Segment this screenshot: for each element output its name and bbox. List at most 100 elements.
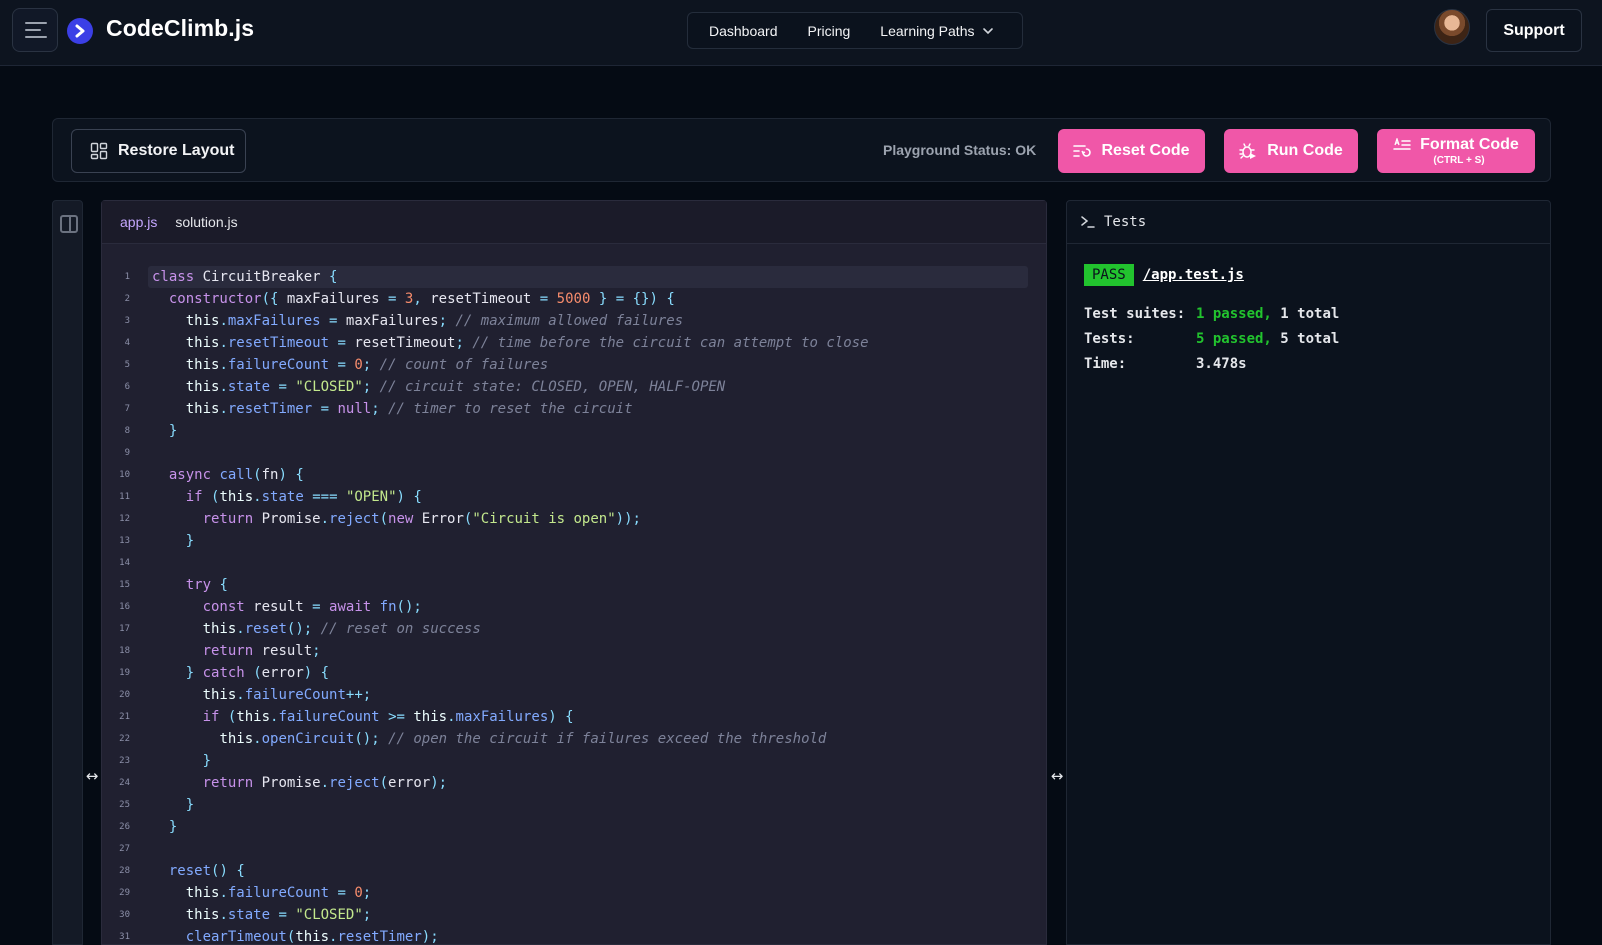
code-line[interactable]: 7 this.resetTimer = null; // timer to re… [102, 398, 1046, 420]
code-text[interactable]: this.resetTimer = null; // timer to rese… [148, 398, 1028, 420]
resize-handle-icon[interactable]: ↔ [83, 767, 101, 785]
code-text[interactable]: reset() { [148, 860, 1028, 882]
code-text[interactable]: return result; [148, 640, 1028, 662]
suites-passed: 1 passed, [1196, 305, 1272, 322]
code-text[interactable]: return Promise.reject(new Error("Circuit… [148, 508, 1028, 530]
code-line[interactable]: 20 this.failureCount++; [102, 684, 1046, 706]
line-number: 19 [119, 668, 130, 678]
playground-status: Playground Status: OK [883, 142, 1037, 158]
code-text[interactable]: } [148, 816, 1028, 838]
code-line[interactable]: 1 class CircuitBreaker { [102, 266, 1046, 288]
code-line[interactable]: 18 return result; [102, 640, 1046, 662]
code-line[interactable]: 16 const result = await fn(); [102, 596, 1046, 618]
tests-header: Tests [1067, 201, 1550, 244]
restore-layout-button[interactable]: Restore Layout [71, 129, 246, 173]
side-panel-collapsed [52, 200, 83, 945]
code-text[interactable]: this.maxFailures = maxFailures; // maxim… [148, 310, 1028, 332]
code-line[interactable]: 22 this.openCircuit(); // open the circu… [102, 728, 1046, 750]
resize-handle-icon[interactable]: ↔ [1048, 767, 1066, 785]
code-line[interactable]: 19 } catch (error) { [102, 662, 1046, 684]
code-line[interactable]: 15 try { [102, 574, 1046, 596]
playground-toolbar: Restore Layout Playground Status: OK Res… [52, 118, 1551, 182]
support-button[interactable]: Support [1486, 9, 1582, 52]
brand-logo-icon[interactable] [67, 18, 93, 44]
menu-button[interactable] [12, 8, 58, 52]
code-text[interactable] [148, 838, 1028, 860]
code-line[interactable]: 23 } [102, 750, 1046, 772]
user-avatar[interactable] [1434, 9, 1470, 45]
line-number: 25 [119, 800, 130, 810]
format-code-button[interactable]: Format Code (CTRL + S) [1377, 129, 1535, 173]
code-line[interactable]: 10 async call(fn) { [102, 464, 1046, 486]
code-text[interactable]: const result = await fn(); [148, 596, 1028, 618]
code-text[interactable]: class CircuitBreaker { [148, 266, 1028, 288]
code-line[interactable]: 30 this.state = "CLOSED"; [102, 904, 1046, 926]
layout-grid-icon [90, 142, 108, 160]
code-line[interactable]: 5 this.failureCount = 0; // count of fai… [102, 354, 1046, 376]
brand-name[interactable]: CodeClimb.js [106, 15, 254, 42]
code-text[interactable]: return Promise.reject(error); [148, 772, 1028, 794]
code-line[interactable]: 4 this.resetTimeout = resetTimeout; // t… [102, 332, 1046, 354]
line-number: 11 [119, 492, 130, 502]
code-line[interactable]: 17 this.reset(); // reset on success [102, 618, 1046, 640]
run-code-button[interactable]: Run Code [1224, 129, 1358, 173]
tab-app-js[interactable]: app.js [120, 214, 157, 230]
code-line[interactable]: 2 constructor({ maxFailures = 3, resetTi… [102, 288, 1046, 310]
code-text[interactable]: this.failureCount = 0; [148, 882, 1028, 904]
time-value: 3.478s [1196, 355, 1247, 372]
code-line[interactable]: 25 } [102, 794, 1046, 816]
code-text[interactable]: try { [148, 574, 1028, 596]
code-line[interactable]: 12 return Promise.reject(new Error("Circ… [102, 508, 1046, 530]
code-text[interactable]: } catch (error) { [148, 662, 1028, 684]
code-text[interactable]: this.failureCount = 0; // count of failu… [148, 354, 1028, 376]
code-line[interactable]: 8 } [102, 420, 1046, 442]
code-line[interactable]: 29 this.failureCount = 0; [102, 882, 1046, 904]
code-text[interactable]: this.openCircuit(); // open the circuit … [148, 728, 1028, 750]
code-text[interactable]: } [148, 750, 1028, 772]
code-line[interactable]: 24 return Promise.reject(error); [102, 772, 1046, 794]
code-text[interactable]: this.state = "CLOSED"; [148, 904, 1028, 926]
nav-learning-paths[interactable]: Learning Paths [880, 23, 994, 39]
code-text[interactable]: } [148, 530, 1028, 552]
bug-play-icon [1239, 143, 1257, 159]
code-text[interactable]: } [148, 420, 1028, 442]
code-text[interactable]: async call(fn) { [148, 464, 1028, 486]
line-number: 8 [124, 426, 130, 436]
code-line[interactable]: 11 if (this.state === "OPEN") { [102, 486, 1046, 508]
tests-label: Tests: [1084, 330, 1135, 347]
code-text[interactable]: if (this.state === "OPEN") { [148, 486, 1028, 508]
code-line[interactable]: 6 this.state = "CLOSED"; // circuit stat… [102, 376, 1046, 398]
tab-solution-js[interactable]: solution.js [175, 214, 237, 230]
line-number: 14 [119, 558, 130, 568]
nav-pricing[interactable]: Pricing [808, 23, 851, 39]
code-line[interactable]: 14 [102, 552, 1046, 574]
code-text[interactable]: this.resetTimeout = resetTimeout; // tim… [148, 332, 1028, 354]
nav-dashboard[interactable]: Dashboard [709, 23, 778, 39]
code-line[interactable]: 27 [102, 838, 1046, 860]
code-text[interactable]: constructor({ maxFailures = 3, resetTime… [148, 288, 1028, 310]
code-text[interactable] [148, 552, 1028, 574]
sidebar-toggle-icon[interactable] [60, 215, 78, 233]
tests-title: Tests [1104, 214, 1147, 230]
code-text[interactable]: this.failureCount++; [148, 684, 1028, 706]
code-line[interactable]: 21 if (this.failureCount >= this.maxFail… [102, 706, 1046, 728]
code-text[interactable]: this.reset(); // reset on success [148, 618, 1028, 640]
code-line[interactable]: 31 clearTimeout(this.resetTimer); [102, 926, 1046, 945]
reset-code-button[interactable]: Reset Code [1058, 129, 1205, 173]
code-line[interactable]: 28 reset() { [102, 860, 1046, 882]
code-line[interactable]: 26 } [102, 816, 1046, 838]
code-text[interactable]: clearTimeout(this.resetTimer); [148, 926, 1028, 945]
code-editor[interactable]: app.js solution.js 1 class CircuitBreaker… [101, 200, 1047, 945]
test-file-link[interactable]: /app.test.js [1143, 267, 1244, 283]
code-line[interactable]: 3 this.maxFailures = maxFailures; // max… [102, 310, 1046, 332]
code-text[interactable]: if (this.failureCount >= this.maxFailure… [148, 706, 1028, 728]
code-text[interactable] [148, 442, 1028, 464]
test-file-result: PASS /app.test.js [1084, 263, 1339, 287]
menu-icon-line [25, 22, 47, 24]
code-line[interactable]: 9 [102, 442, 1046, 464]
code-line[interactable]: 13 } [102, 530, 1046, 552]
code-text[interactable]: } [148, 794, 1028, 816]
code-lines[interactable]: 1 class CircuitBreaker {2 constructor({ m… [102, 266, 1046, 945]
chevron-down-icon [983, 27, 994, 34]
code-text[interactable]: this.state = "CLOSED"; // circuit state:… [148, 376, 1028, 398]
